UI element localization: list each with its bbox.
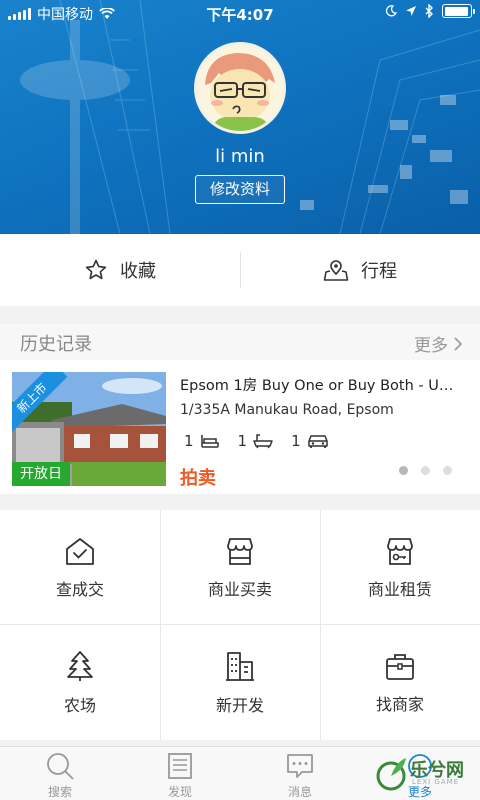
briefcase-icon [386, 653, 414, 680]
username: li min [215, 146, 265, 167]
bathtub-icon [253, 434, 273, 449]
listing-photo[interactable]: 新上市 开放日 [12, 372, 166, 486]
moon-icon [385, 5, 397, 17]
avatar[interactable] [194, 42, 286, 134]
service-commercial-lease[interactable]: 商业租赁 [320, 510, 480, 625]
profile-header: 中国移动 下午4:07 li min 修改资料 [0, 0, 480, 234]
service-check-deals[interactable]: 查成交 [0, 510, 160, 625]
service-commercial-sale[interactable]: 商业买卖 [160, 510, 320, 625]
garages-count: 1 [291, 432, 301, 450]
service-label: 新开发 [215, 695, 264, 715]
bedrooms-feature: 1 [184, 432, 220, 450]
bedrooms-count: 1 [184, 432, 194, 450]
location-arrow-icon [406, 6, 416, 16]
service-farm[interactable]: 农场 [0, 625, 160, 740]
watermark-subtext: LEXI GAME [412, 778, 460, 786]
quick-divider [240, 252, 241, 288]
leaf-logo-icon [376, 758, 406, 791]
news-icon [168, 753, 192, 779]
carousel-dot[interactable] [421, 466, 430, 475]
favorites-label: 收藏 [120, 261, 156, 282]
bed-icon [200, 435, 219, 448]
tree-icon [67, 650, 93, 681]
carousel-dot[interactable] [443, 466, 452, 475]
tab-messages[interactable]: 消息 [240, 747, 360, 800]
listing-title[interactable]: Epsom 1房 Buy One or Buy Both - Unit… [180, 374, 462, 395]
listing-features: 1 1 1 [184, 432, 329, 450]
quick-actions: 收藏 行程 [0, 234, 480, 306]
service-label: 农场 [63, 695, 96, 715]
star-icon [85, 259, 107, 280]
service-label: 找商家 [375, 694, 424, 714]
service-label: 商业租赁 [367, 579, 432, 599]
tab-discover[interactable]: 发现 [120, 747, 240, 800]
buildings-icon [226, 651, 254, 681]
history-header: 历史记录 更多 [0, 324, 480, 360]
garages-feature: 1 [291, 432, 329, 450]
avatar-illustration [205, 53, 275, 131]
service-label: 查成交 [55, 579, 104, 599]
map-pin-icon [323, 260, 349, 281]
message-icon [287, 754, 313, 778]
tab-label: 发现 [167, 785, 192, 799]
house-check-icon [66, 537, 94, 565]
bathrooms-feature: 1 [238, 432, 274, 450]
tab-search[interactable]: 搜索 [0, 747, 120, 800]
history-section: 历史记录 更多 新上市 开放日 Epsom 1房 Buy One or Buy … [0, 324, 480, 494]
search-icon [47, 753, 74, 780]
bluetooth-icon [425, 4, 433, 18]
history-more-label: 更多 [414, 336, 448, 356]
watermark-logo: 乐兮网 LEXI GAME [374, 752, 474, 796]
shop-key-icon [387, 537, 413, 565]
service-label: 商业买卖 [207, 579, 272, 599]
tab-label: 消息 [287, 785, 312, 799]
carousel-dot[interactable] [399, 466, 408, 475]
itinerary-button[interactable]: 行程 [240, 234, 480, 306]
favorites-button[interactable]: 收藏 [0, 234, 240, 306]
battery-icon [442, 4, 475, 18]
listing-address: 1/335A Manukau Road, Epsom [180, 402, 394, 418]
bathrooms-count: 1 [237, 432, 248, 450]
shop-icon [227, 537, 253, 565]
carousel-dots [399, 466, 452, 475]
edit-profile-button[interactable]: 修改资料 [195, 175, 285, 204]
chevron-right-icon [454, 336, 462, 351]
services-grid: 查成交 商业买卖 商业租赁 农场 新开发 找商家 [0, 510, 480, 740]
history-more-link[interactable]: 更多 [414, 331, 462, 356]
battery-level [444, 6, 469, 16]
tab-label: 搜索 [47, 785, 72, 799]
sale-type: 拍卖 [180, 468, 216, 489]
service-new-development[interactable]: 新开发 [160, 625, 320, 740]
history-title: 历史记录 [20, 334, 92, 355]
open-home-tag: 开放日 [12, 462, 70, 486]
itinerary-label: 行程 [361, 261, 397, 282]
car-icon [307, 435, 328, 448]
status-bar: 中国移动 下午4:07 [0, 0, 480, 26]
service-find-business[interactable]: 找商家 [320, 625, 480, 740]
